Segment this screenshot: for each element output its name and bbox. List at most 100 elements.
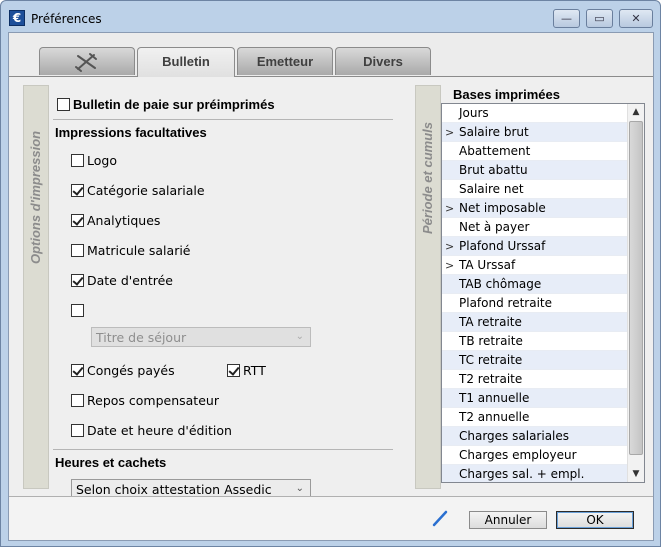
conges-option[interactable]: Congés payés — [71, 361, 175, 379]
date-entree-label: Date d'entrée — [87, 272, 173, 288]
list-item[interactable]: > TA Urssaf — [442, 256, 628, 275]
list-item[interactable]: Plafond retraite — [442, 294, 628, 313]
periode-cumuls-band: Période et cumuls — [415, 85, 441, 489]
heures-title: Heures et cachets — [55, 455, 167, 470]
selected-marker-icon: > — [445, 259, 455, 272]
pen-icon[interactable] — [431, 509, 449, 527]
list-item[interactable]: Brut abattu — [442, 161, 628, 180]
conges-label: Congés payés — [87, 362, 175, 378]
list-item-label: T2 annuelle — [459, 410, 530, 424]
list-item-label: Jours — [459, 106, 489, 120]
list-item[interactable]: > Plafond Urssaf — [442, 237, 628, 256]
list-item[interactable]: Jours — [442, 104, 628, 123]
ok-button[interactable]: OK — [556, 511, 634, 529]
categorie-checkbox[interactable] — [71, 183, 84, 197]
vertical-scrollbar[interactable]: ▲ ▼ — [627, 104, 644, 482]
analytiques-label: Analytiques — [87, 212, 161, 228]
rtt-option[interactable]: RTT — [227, 361, 266, 379]
close-icon: ✕ — [631, 12, 641, 25]
scroll-up-icon[interactable]: ▲ — [628, 104, 644, 120]
tab-tools[interactable] — [39, 47, 135, 75]
options-impression-label: Options d'impression — [28, 130, 43, 264]
list-item-label: Salaire net — [459, 182, 524, 196]
close-button[interactable]: ✕ — [619, 9, 653, 28]
repos-label: Repos compensateur — [87, 392, 219, 408]
tab-emetteur[interactable]: Emetteur — [237, 47, 333, 75]
periode-cumuls-label: Période et cumuls — [420, 122, 435, 234]
options-panel: Bulletin de paie sur préimprimés Impress… — [49, 85, 400, 499]
scroll-thumb[interactable] — [629, 121, 643, 455]
list-item-label: Plafond Urssaf — [459, 239, 546, 253]
minimize-icon: — — [561, 12, 572, 25]
list-item-label: Net à payer — [459, 220, 530, 234]
list-item-label: TAB chômage — [459, 277, 542, 291]
list-item-label: Charges employeur — [459, 448, 577, 462]
list-item[interactable]: TAB chômage — [442, 275, 628, 294]
dialog-body: Bulletin Emetteur Divers Options d'impre… — [8, 32, 654, 541]
selected-marker-icon: > — [445, 202, 455, 215]
app-icon: € — [9, 10, 25, 26]
matricule-checkbox[interactable] — [71, 243, 84, 257]
categorie-label: Catégorie salariale — [87, 182, 205, 198]
list-item-label: T1 annuelle — [459, 391, 530, 405]
list-item[interactable]: Net à payer — [442, 218, 628, 237]
list-item-label: TC retraite — [459, 353, 523, 367]
conges-checkbox[interactable] — [71, 363, 84, 377]
logo-option[interactable]: Logo — [71, 151, 117, 169]
list-item[interactable]: Abattement — [442, 142, 628, 161]
rtt-checkbox[interactable] — [227, 363, 240, 377]
bases-panel: Bases imprimées Charges sal. + empl. Char… — [441, 85, 645, 489]
list-item-label: TA Urssaf — [459, 258, 516, 272]
list-item-label: Abattement — [459, 144, 531, 158]
analytiques-checkbox[interactable] — [71, 213, 84, 227]
list-item[interactable]: Charges salariales — [442, 427, 628, 446]
list-item[interactable]: Salaire net — [442, 180, 628, 199]
footer-bar: Annuler OK — [9, 496, 653, 540]
titre-sejour-checkbox[interactable] — [71, 303, 84, 317]
date-entree-checkbox[interactable] — [71, 273, 84, 287]
repos-checkbox[interactable] — [71, 393, 84, 407]
scroll-down-icon[interactable]: ▼ — [628, 466, 644, 482]
list-item[interactable]: Charges sal. + empl. — [442, 465, 628, 482]
matricule-option[interactable]: Matricule salarié — [71, 241, 191, 259]
tab-divers[interactable]: Divers — [335, 47, 431, 75]
minimize-button[interactable]: — — [553, 9, 580, 28]
list-item[interactable]: Charges employeur — [442, 446, 628, 465]
list-item-label: Plafond retraite — [459, 296, 552, 310]
date-edition-option[interactable]: Date et heure d'édition — [71, 421, 232, 439]
list-item[interactable]: T2 annuelle — [442, 408, 628, 427]
tab-bulletin[interactable]: Bulletin — [137, 47, 235, 77]
list-item[interactable]: T2 retraite — [442, 370, 628, 389]
analytiques-option[interactable]: Analytiques — [71, 211, 160, 229]
categorie-option[interactable]: Catégorie salariale — [71, 181, 205, 199]
logo-checkbox[interactable] — [71, 153, 84, 167]
date-edition-checkbox[interactable] — [71, 423, 84, 437]
heures-value: Selon choix attestation Assedic — [76, 481, 272, 497]
rtt-label: RTT — [243, 362, 266, 378]
divider — [53, 119, 393, 120]
matricule-label: Matricule salarié — [87, 242, 191, 258]
maximize-button[interactable]: ▭ — [586, 9, 613, 28]
list-item[interactable]: T1 annuelle — [442, 389, 628, 408]
list-item[interactable]: > Net imposable — [442, 199, 628, 218]
titre-sejour-option[interactable] — [71, 301, 87, 319]
date-entree-option[interactable]: Date d'entrée — [71, 271, 173, 289]
selected-marker-icon: > — [445, 240, 455, 253]
list-item[interactable]: TA retraite — [442, 313, 628, 332]
bases-list[interactable]: Charges sal. + empl. Charges employeur Cha… — [441, 103, 645, 483]
chevron-down-icon: ⌄ — [295, 331, 304, 342]
list-item[interactable]: TB retraite — [442, 332, 628, 351]
bulletin-preimprimes-label: Bulletin de paie sur préimprimés — [73, 96, 275, 112]
repos-option[interactable]: Repos compensateur — [71, 391, 219, 409]
tools-icon — [75, 53, 97, 72]
list-item-label: Charges sal. + empl. — [459, 467, 585, 481]
list-item[interactable]: TC retraite — [442, 351, 628, 370]
cancel-button[interactable]: Annuler — [469, 511, 547, 529]
list-item-label: TB retraite — [459, 334, 523, 348]
bulletin-preimprimes-checkbox[interactable] — [57, 97, 70, 111]
list-item[interactable]: > Salaire brut — [442, 123, 628, 142]
list-item-label: Net imposable — [459, 201, 546, 215]
title-bar: € Préférences — ▭ ✕ — [1, 1, 660, 31]
bulletin-preimprimes-option[interactable]: Bulletin de paie sur préimprimés — [57, 95, 275, 113]
tab-strip: Bulletin Emetteur Divers — [9, 33, 653, 77]
